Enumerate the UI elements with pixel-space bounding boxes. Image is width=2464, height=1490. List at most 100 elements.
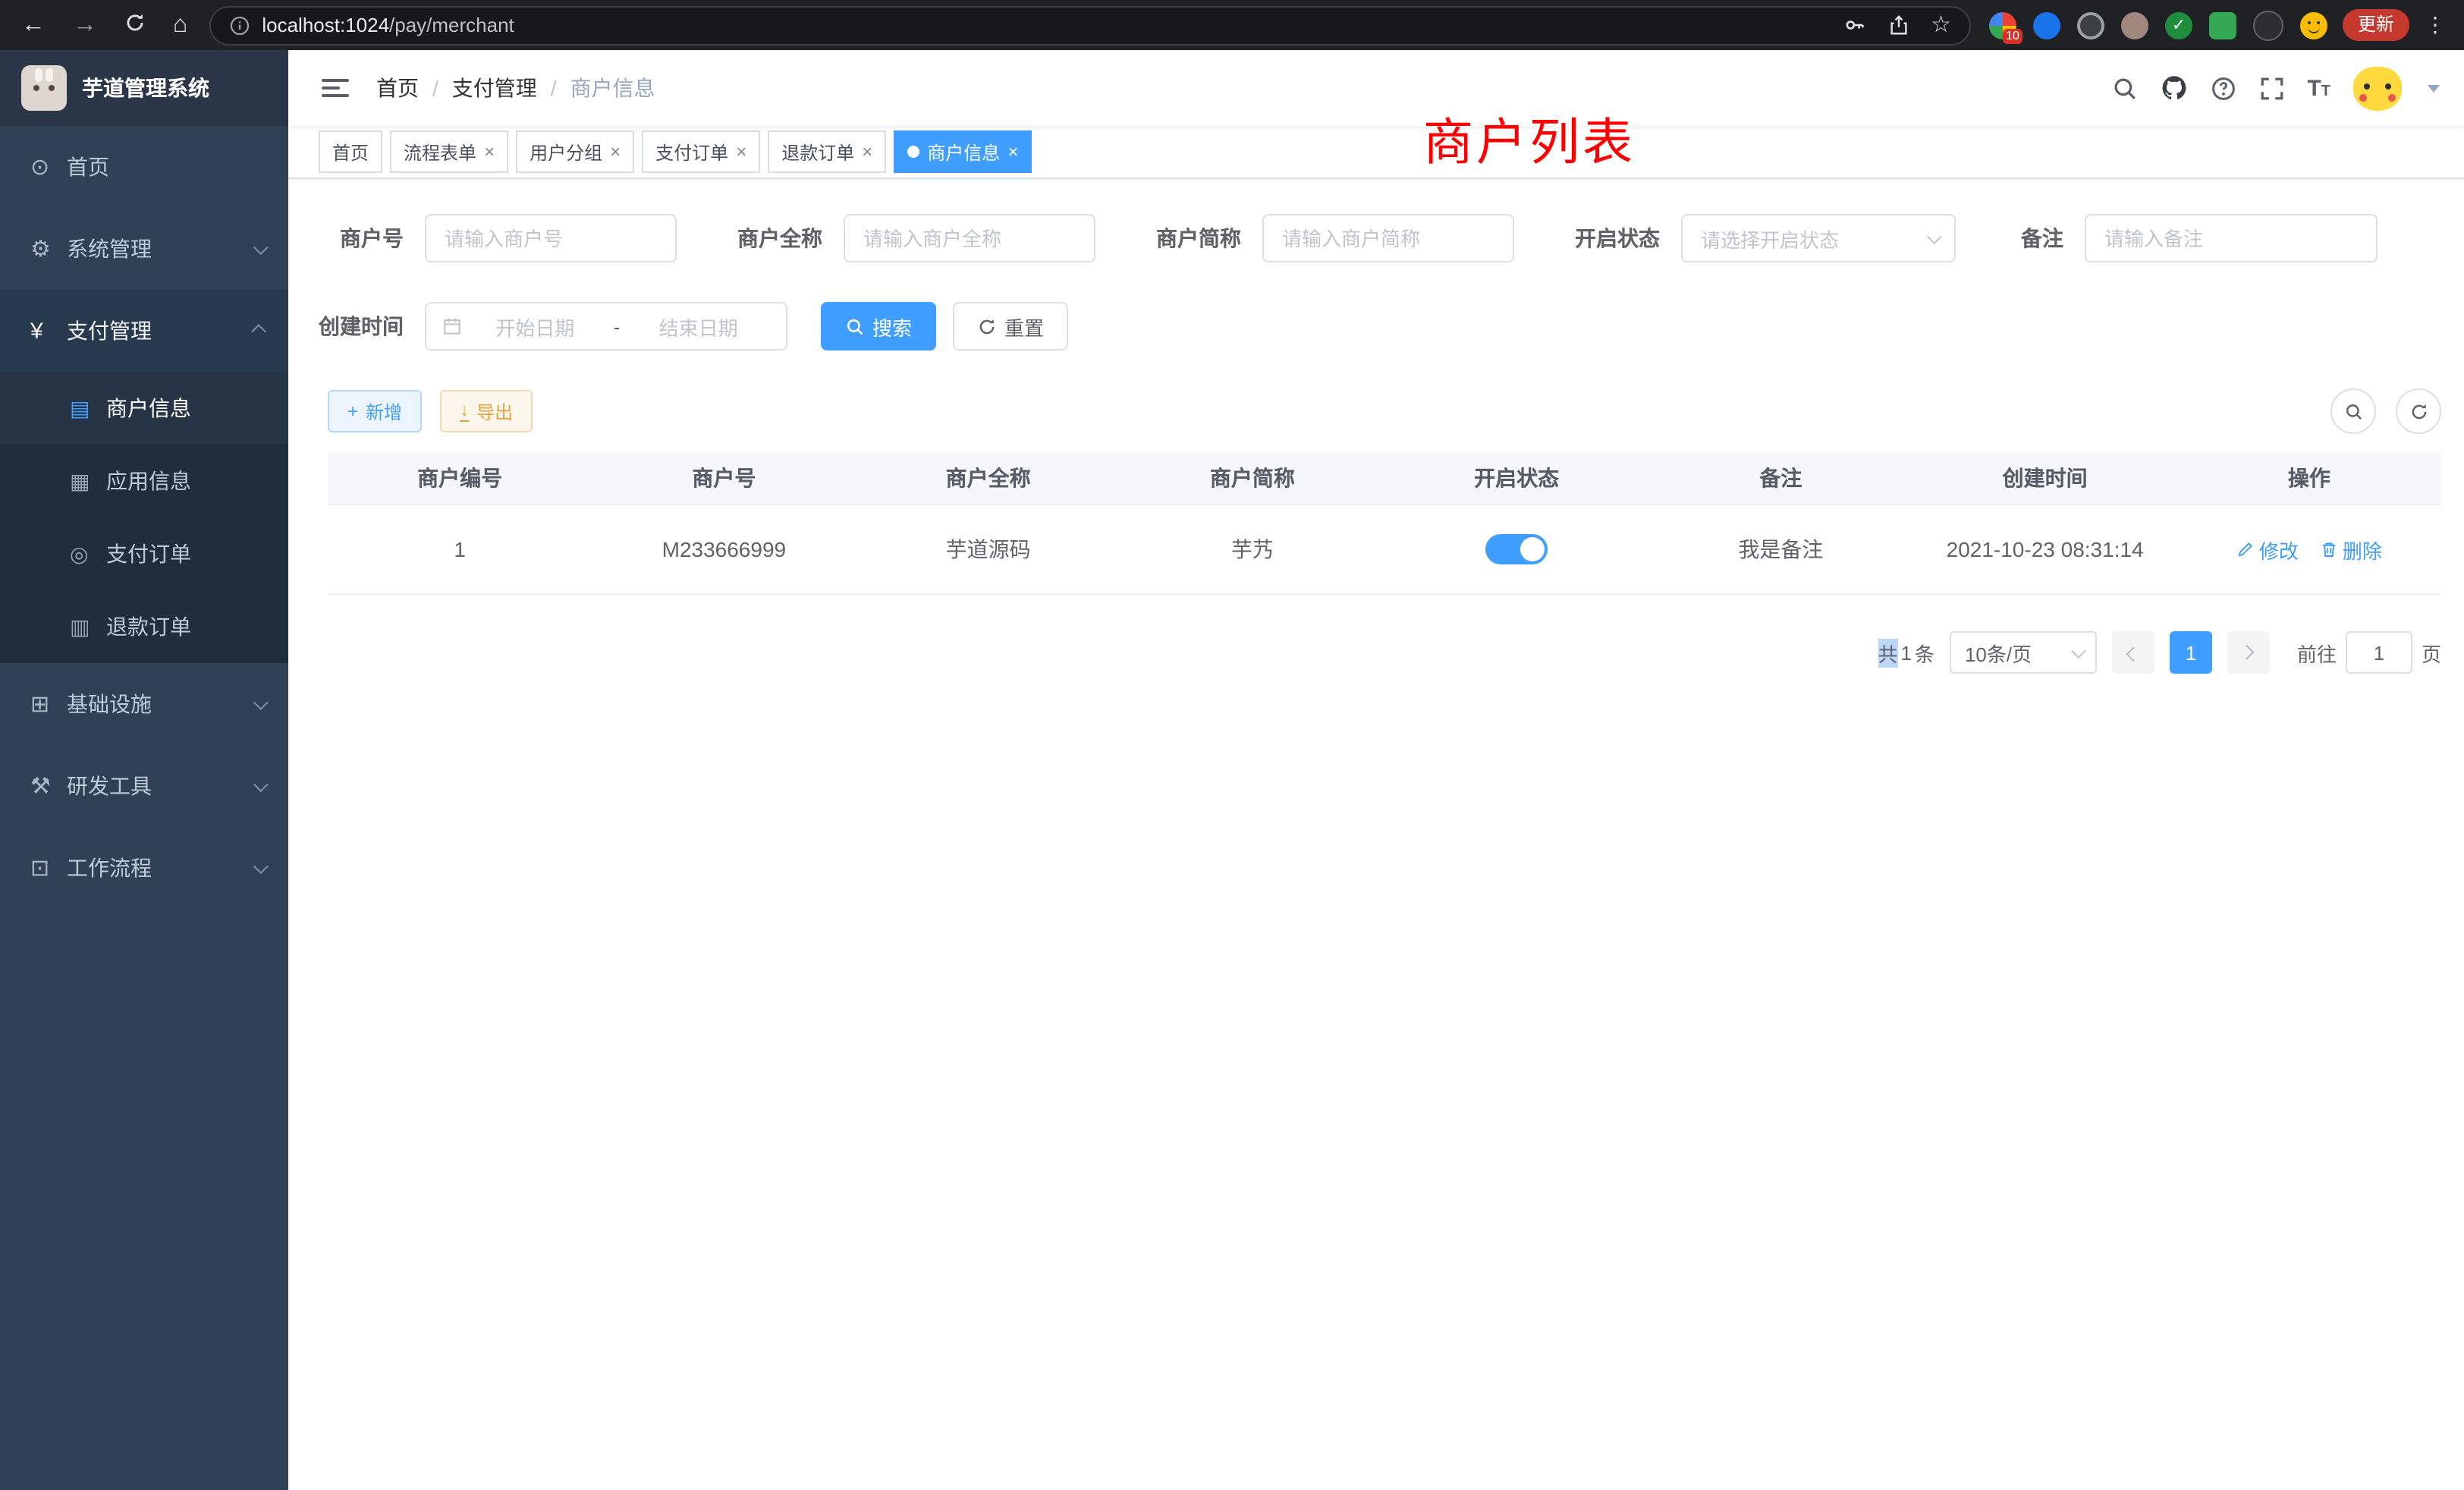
search-button[interactable]: 搜索 [821, 302, 936, 350]
sidebar-item-devtools[interactable]: ⚒ 研发工具 [0, 745, 288, 827]
short-name-input[interactable] [1262, 214, 1514, 262]
target-icon: ◎ [70, 541, 106, 567]
home-icon[interactable]: ⌂ [173, 13, 187, 37]
delete-link[interactable]: 删除 [2320, 535, 2382, 564]
main-area: 首页 / 支付管理 / 商户信息 [288, 50, 2464, 1490]
extension-icon-check[interactable]: ✓ [2165, 11, 2192, 39]
sidebar-item-workflow[interactable]: ⊡ 工作流程 [0, 827, 288, 909]
sidebar-item-app-info[interactable]: ▦ 应用信息 [0, 445, 288, 517]
reset-button[interactable]: 重置 [953, 302, 1068, 350]
status-toggle[interactable] [1485, 534, 1548, 564]
range-separator: - [608, 315, 627, 338]
tab-merchant-info[interactable]: 商户信息 × [894, 130, 1032, 173]
extension-icon-knot[interactable] [2253, 10, 2283, 40]
tab-process-form[interactable]: 流程表单 × [390, 130, 508, 173]
goto-page-input[interactable] [2346, 631, 2412, 674]
merchant-no-input[interactable] [425, 214, 677, 262]
sidebar-logo[interactable]: 芋道管理系统 [0, 50, 288, 126]
extension-icon-smiley[interactable] [2300, 11, 2327, 39]
download-icon: ↓ [460, 401, 469, 422]
app-title: 芋道管理系统 [82, 73, 209, 103]
close-icon[interactable]: × [484, 143, 495, 161]
cell-status [1384, 534, 1648, 564]
red-annotation: 商户列表 [1423, 102, 1636, 174]
close-icon[interactable]: × [610, 143, 621, 161]
avatar-caret-icon[interactable] [2428, 84, 2440, 92]
font-size-icon[interactable]: TT [2307, 77, 2330, 99]
cell-merchant-no: M233666999 [592, 537, 856, 561]
tab-user-group[interactable]: 用户分组 × [516, 130, 634, 173]
short-name-label: 商户简称 [1156, 223, 1241, 253]
tools-icon: ⚒ [30, 772, 67, 800]
url-host: localhost:1024 [262, 14, 389, 36]
export-button[interactable]: ↓ 导出 [440, 390, 533, 432]
browser-menu-icon[interactable]: ⋮ [2425, 12, 2464, 38]
date-range-picker[interactable]: 开始日期 - 结束日期 [425, 302, 787, 350]
extension-icon-wheel[interactable]: 10 [1989, 11, 2016, 39]
url-bar[interactable]: localhost:1024 /pay/merchant ☆ [209, 5, 1971, 45]
merchant-no-label: 商户号 [340, 223, 404, 253]
sidebar-item-payment[interactable]: ¥ 支付管理 [0, 290, 288, 372]
table-toolbar: + 新增 ↓ 导出 [288, 388, 2464, 434]
show-search-toggle[interactable] [2330, 388, 2376, 434]
extension-icon-drop[interactable] [2033, 11, 2060, 39]
extension-icon-avatar[interactable] [2121, 11, 2148, 39]
tab-home[interactable]: 首页 [319, 130, 382, 173]
table-header-row: 商户编号 商户号 商户全称 商户简称 开启状态 备注 创建时间 操作 [328, 452, 2441, 505]
sidebar-item-system[interactable]: ⚙ 系统管理 [0, 208, 288, 290]
status-select[interactable]: 请选择开启状态 [1681, 214, 1956, 262]
add-button[interactable]: + 新增 [328, 390, 422, 432]
calendar-icon [442, 316, 463, 337]
search-icon[interactable] [2111, 75, 2137, 101]
chevron-up-icon [251, 323, 266, 338]
help-icon[interactable] [2210, 75, 2236, 101]
prev-page-button[interactable] [2112, 631, 2154, 674]
page-size-select[interactable]: 10条/页 [1950, 631, 2097, 674]
monitor-icon: ⊞ [30, 690, 67, 718]
goto-label: 前往 [2297, 638, 2337, 667]
bookmark-star-icon[interactable]: ☆ [1931, 14, 1951, 36]
remark-input[interactable] [2085, 214, 2378, 262]
page-1-button[interactable]: 1 [2170, 631, 2212, 674]
close-icon[interactable]: × [736, 143, 746, 161]
yen-icon: ¥ [30, 318, 67, 344]
breadcrumb-home[interactable]: 首页 [376, 73, 419, 103]
sidebar-item-infrastructure[interactable]: ⊞ 基础设施 [0, 663, 288, 745]
edit-link[interactable]: 修改 [2236, 535, 2299, 564]
sidebar-item-pay-order[interactable]: ◎ 支付订单 [0, 517, 288, 590]
close-icon[interactable]: × [1007, 143, 1018, 161]
share-icon[interactable] [1887, 14, 1909, 36]
breadcrumb-payment[interactable]: 支付管理 [452, 73, 537, 103]
user-avatar[interactable] [2353, 66, 2402, 110]
browser-update-button[interactable]: 更新 [2343, 9, 2409, 41]
sidebar-item-refund-order[interactable]: ▥ 退款订单 [0, 590, 288, 663]
sidebar-toggle-icon[interactable] [322, 74, 349, 102]
tab-refund-order[interactable]: 退款订单 × [768, 130, 886, 173]
fullscreen-icon[interactable] [2258, 75, 2284, 101]
sidebar-item-merchant-info[interactable]: ▤ 商户信息 [0, 372, 288, 445]
box-icon: ⊡ [30, 854, 67, 882]
reload-icon[interactable] [124, 11, 146, 39]
tab-pay-order[interactable]: 支付订单 × [642, 130, 760, 173]
password-key-icon[interactable] [1843, 14, 1865, 36]
url-path: /pay/merchant [389, 14, 514, 36]
grid-icon: ▦ [70, 468, 106, 494]
extension-icon-ring[interactable] [2077, 11, 2104, 39]
chevron-right-icon [2240, 644, 2255, 659]
full-name-input[interactable] [844, 214, 1095, 262]
github-icon[interactable] [2160, 74, 2187, 102]
close-icon[interactable]: × [862, 143, 872, 161]
sidebar-item-home[interactable]: ⊙ 首页 [0, 126, 288, 208]
end-date-placeholder: 结束日期 [626, 312, 771, 341]
pagination-total: 共 1 条 [1878, 638, 1934, 667]
back-icon[interactable]: ← [21, 13, 46, 37]
refresh-table-button[interactable] [2396, 388, 2441, 434]
pagination-goto: 前往 页 [2297, 631, 2441, 674]
cell-id: 1 [328, 537, 592, 561]
site-info-icon[interactable] [228, 14, 250, 36]
extension-icon-notes[interactable] [2209, 11, 2236, 39]
next-page-button[interactable] [2227, 631, 2270, 674]
forward-icon[interactable]: → [73, 13, 97, 37]
breadcrumb-current: 商户信息 [570, 73, 655, 103]
create-time-label: 创建时间 [319, 311, 404, 341]
